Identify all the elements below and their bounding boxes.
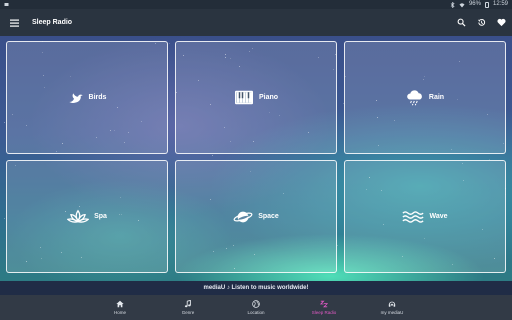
nav-item-location[interactable]: Location — [222, 295, 290, 320]
nav-item-my-mediau[interactable]: my mediaU — [358, 295, 426, 320]
menu-button[interactable] — [0, 9, 28, 36]
star-dot — [3, 122, 5, 124]
nav-label-genre: Genre — [181, 310, 195, 315]
sleep-radio-grid: Birds Piano Rain Spa Space Wave — [0, 36, 512, 281]
wave-icon — [402, 210, 425, 224]
lotus-icon — [67, 209, 90, 225]
app-bar-actions — [454, 9, 508, 36]
nav-item-sleep-radio[interactable]: Sleep Radio — [290, 295, 358, 320]
history-icon — [477, 18, 485, 26]
star-dot — [168, 42, 170, 44]
star-dot — [211, 155, 213, 157]
nav-label-my-mediau: my mediaU — [380, 310, 404, 315]
music-note-icon — [184, 300, 191, 308]
nav-label-sleep-radio: Sleep Radio — [311, 310, 337, 315]
nav-label-location: Location — [247, 310, 265, 315]
search-button[interactable] — [454, 16, 468, 30]
app-bar: Sleep Radio — [0, 9, 512, 36]
piano-icon — [234, 90, 254, 105]
bird-icon — [68, 91, 84, 105]
rain-cloud-icon — [406, 89, 424, 106]
globe-icon — [252, 300, 260, 308]
headphones-user-icon — [388, 301, 396, 307]
nav-label-home: Home — [113, 310, 126, 315]
tile-birds[interactable]: Birds — [6, 41, 168, 154]
status-bar: 96% 12:59 — [0, 0, 512, 9]
battery-icon — [484, 1, 489, 8]
battery-percent: 96% — [468, 1, 481, 7]
history-button[interactable] — [474, 16, 488, 30]
tile-wave[interactable]: Wave — [344, 160, 506, 273]
nav-item-genre[interactable]: Genre — [154, 295, 222, 320]
tile-label-space: Space — [258, 213, 279, 220]
app-title: Sleep Radio — [32, 19, 73, 26]
tile-rain[interactable]: Rain — [344, 41, 506, 154]
tile-piano[interactable]: Piano — [175, 41, 337, 154]
tile-spa[interactable]: Spa — [6, 160, 168, 273]
tile-label-wave: Wave — [429, 213, 448, 220]
bottom-navigation: Home Genre Location Sleep Radio my media… — [0, 295, 512, 320]
bluetooth-icon — [450, 1, 455, 8]
status-time: 12:59 — [492, 1, 508, 7]
favorites-button[interactable] — [494, 16, 508, 30]
home-icon — [116, 300, 124, 308]
sleep-zz-icon — [320, 300, 328, 308]
menu-icon — [9, 19, 19, 27]
tile-label-spa: Spa — [94, 213, 107, 220]
tile-label-birds: Birds — [88, 94, 107, 101]
status-notification-area — [4, 0, 9, 9]
promo-banner[interactable]: mediaU ♪ Listen to music worldwide! — [0, 281, 512, 295]
status-indicators: 96% 12:59 — [450, 0, 508, 9]
planet-icon — [233, 209, 253, 225]
tile-label-rain: Rain — [428, 94, 445, 101]
notification-icon — [4, 3, 9, 6]
search-icon — [457, 18, 466, 27]
wifi-icon — [459, 2, 465, 7]
tile-space[interactable]: Space — [175, 160, 337, 273]
heart-icon — [496, 18, 506, 27]
promo-banner-text: mediaU ♪ Listen to music worldwide! — [203, 285, 309, 291]
nav-item-home[interactable]: Home — [86, 295, 154, 320]
tile-label-piano: Piano — [258, 94, 279, 101]
